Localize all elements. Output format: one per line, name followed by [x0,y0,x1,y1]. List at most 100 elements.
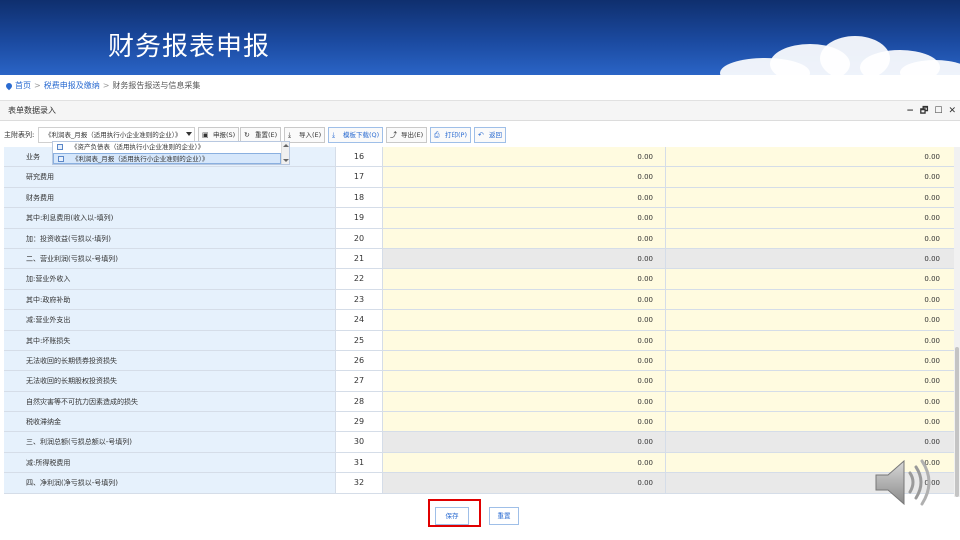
table-row: 其中:利息费用(收入以-填列) 19 0.00 0.00 [4,208,954,229]
save-button[interactable]: 保存 [435,507,469,525]
refresh-icon: ↻ [244,131,250,139]
row-line-number: 31 [336,452,383,473]
row-current-amount[interactable]: 0.00 [383,310,666,330]
row-cumulative-amount[interactable]: 0.00 [666,167,954,187]
row-line-number: 21 [336,248,383,269]
import-button[interactable]: ⤓ 导入(E) [284,127,326,143]
row-cumulative-amount[interactable]: 0.00 [666,228,954,248]
income-statement-table: 业务 16 0.00 0.00 研究费用 17 0.00 0.00 财务费用 18 0.00 0.00… [4,147,954,494]
table-row: 其中:坏账损失 25 0.00 0.00 [4,330,954,351]
row-current-amount[interactable]: 0.00 [383,289,666,310]
row-cumulative-amount[interactable]: 0.00 [666,289,954,310]
breadcrumb-separator: > [102,81,110,90]
row-cumulative-amount[interactable]: 0.00 [666,187,954,208]
row-cumulative-amount: 0.00 [666,432,954,452]
panel-title: 表单数据录入 [8,106,56,115]
row-line-number: 20 [336,228,383,248]
breadcrumb-home[interactable]: 首页 [15,81,31,90]
report-select-value: 《利润表_月报（适用执行小企业准则的企业）》 [45,131,182,139]
back-arrow-icon: ↶ [478,131,484,139]
scroll-down-icon [283,159,289,162]
banner: 财务报表申报 [0,0,960,75]
row-line-number: 16 [336,147,383,167]
row-label: 无法收回的长期债券投资损失 [4,350,336,371]
row-line-number: 19 [336,208,383,228]
table-row: 无法收回的长期债券投资损失 26 0.00 0.00 [4,350,954,372]
restore-icon[interactable]: 🗗 [920,101,928,121]
dropdown-scrollbar[interactable] [281,142,289,164]
minimize-icon[interactable]: − [906,101,914,121]
table-row: 财务费用 18 0.00 0.00 [4,187,954,209]
row-label: 税收滞纳金 [4,412,336,432]
row-current-amount[interactable]: 0.00 [383,391,666,412]
row-label: 自然灾害等不可抗力因素造成的损失 [4,391,336,412]
row-current-amount[interactable]: 0.00 [383,330,666,350]
row-current-amount[interactable]: 0.00 [383,187,666,208]
table-row: 加:营业外收入 22 0.00 0.00 [4,269,954,290]
row-line-number: 24 [336,310,383,330]
breadcrumb: 首页 > 税费申报及缴纳 > 财务报告报送与信息采集 [0,78,960,94]
row-cumulative-amount[interactable]: 0.00 [666,208,954,228]
row-cumulative-amount[interactable]: 0.00 [666,391,954,412]
reset-button[interactable]: 重置 [489,507,519,525]
export-button[interactable]: ⤴ 导出(E) [386,127,428,143]
row-cumulative-amount[interactable]: 0.00 [666,412,954,432]
row-label: 减:所得税费用 [4,452,336,473]
report-dropdown: 《资产负债表（适用执行小企业准则的企业）》 《利润表_月报（适用执行小企业准则的… [52,141,290,165]
print-button[interactable]: ⎙ 打印(P) [430,127,471,143]
row-label: 财务费用 [4,187,336,208]
speaker-icon[interactable] [874,455,934,510]
row-label: 研究费用 [4,167,336,187]
chevron-down-icon [186,132,192,136]
row-label: 无法收回的长期股权投资损失 [4,371,336,391]
row-label: 其中:坏账损失 [4,330,336,350]
breadcrumb-current: 财务报告报送与信息采集 [112,81,201,90]
dropdown-option-income-statement[interactable]: 《利润表_月报（适用执行小企业准则的企业）》 [53,153,281,164]
row-cumulative-amount[interactable]: 0.00 [666,310,954,330]
document-icon [58,156,64,162]
panel-header: 表单数据录入 − 🗗 ☐ ✕ [0,101,960,121]
table-scrollbar[interactable] [954,147,960,497]
row-line-number: 32 [336,473,383,493]
row-line-number: 18 [336,187,383,208]
row-current-amount[interactable]: 0.00 [383,147,666,167]
dropdown-option-label: 《资产负债表（适用执行小企业准则的企业）》 [71,143,205,151]
export-button-label: 导出(E) [401,131,424,139]
row-current-amount[interactable]: 0.00 [383,452,666,473]
row-cumulative-amount[interactable]: 0.00 [666,350,954,371]
row-current-amount[interactable]: 0.00 [383,269,666,289]
table-row: 研究费用 17 0.00 0.00 [4,167,954,188]
document-icon [57,144,63,150]
row-current-amount[interactable]: 0.00 [383,371,666,391]
maximize-icon[interactable]: ☐ [934,101,942,121]
close-icon[interactable]: ✕ [948,101,956,121]
row-current-amount: 0.00 [383,248,666,269]
table-row: 自然灾害等不可抗力因素造成的损失 28 0.00 0.00 [4,391,954,413]
scroll-up-icon [283,144,289,147]
row-line-number: 25 [336,330,383,350]
dropdown-option-balance-sheet[interactable]: 《资产负债表（适用执行小企业准则的企业）》 [53,142,281,153]
dropdown-option-label: 《利润表_月报（适用执行小企业准则的企业）》 [72,155,209,163]
back-button[interactable]: ↶ 返回 [474,127,506,143]
row-cumulative-amount[interactable]: 0.00 [666,371,954,391]
row-label: 三、利润总额(亏损总额以-号填列) [4,432,336,452]
row-current-amount[interactable]: 0.00 [383,167,666,187]
row-current-amount[interactable]: 0.00 [383,228,666,248]
row-current-amount[interactable]: 0.00 [383,350,666,371]
row-label: 加:营业外收入 [4,269,336,289]
row-cumulative-amount[interactable]: 0.00 [666,147,954,167]
row-current-amount[interactable]: 0.00 [383,208,666,228]
row-cumulative-amount[interactable]: 0.00 [666,330,954,350]
breadcrumb-tax-declaration[interactable]: 税费申报及缴纳 [44,81,100,90]
table-row: 其中:政府补助 23 0.00 0.00 [4,289,954,311]
row-label: 其中:政府补助 [4,289,336,310]
row-label: 减:营业外支出 [4,310,336,330]
template-download-button[interactable]: ⤓ 模板下载(Q) [328,127,384,143]
row-current-amount[interactable]: 0.00 [383,412,666,432]
printer-icon: ⎙ [434,131,440,139]
row-line-number: 22 [336,269,383,289]
row-cumulative-amount[interactable]: 0.00 [666,269,954,289]
row-label: 四、净利润(净亏损以-号填列) [4,473,336,493]
row-label: 二、营业利润(亏损以-号填列) [4,248,336,269]
scrollbar-thumb[interactable] [955,347,959,497]
